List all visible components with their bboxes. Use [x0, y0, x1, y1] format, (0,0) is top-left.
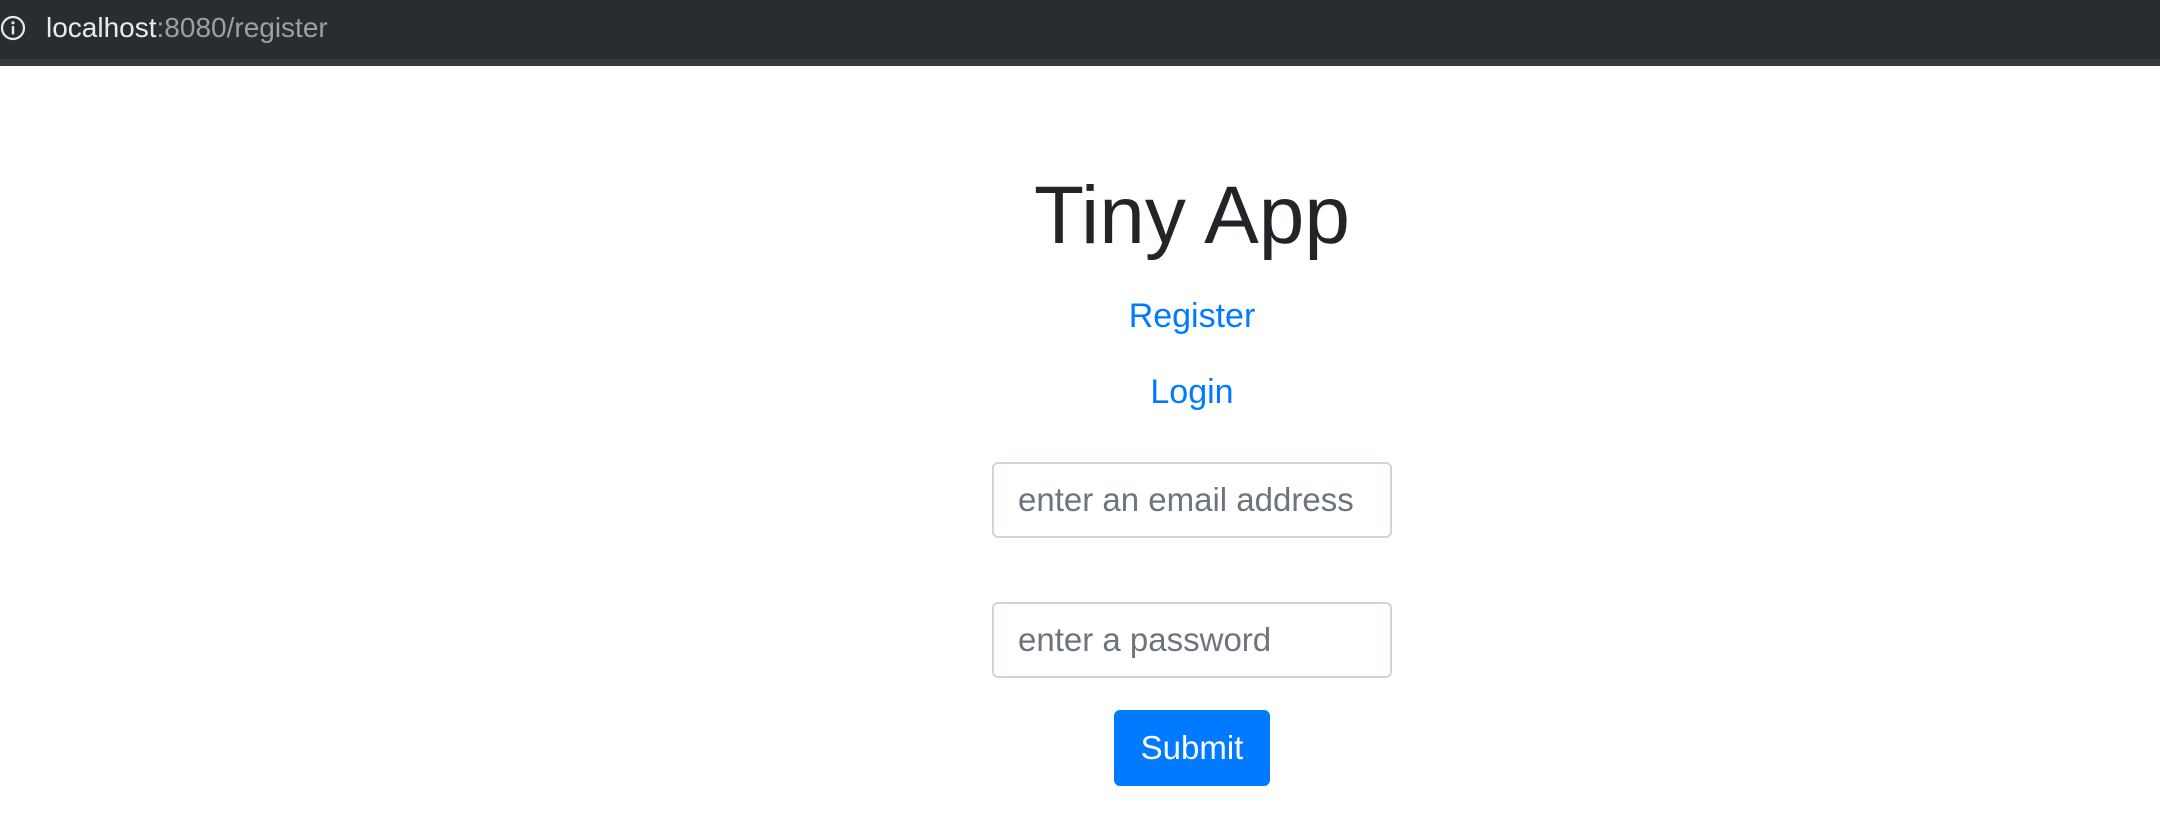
url-path: :8080/register [156, 12, 328, 43]
url-text[interactable]: localhost:8080/register [46, 11, 328, 45]
register-link[interactable]: Register [0, 296, 2160, 336]
email-input[interactable] [992, 462, 1392, 538]
login-link[interactable]: Login [0, 372, 2160, 412]
page-title: Tiny App [1033, 170, 1351, 261]
submit-button[interactable]: Submit [1114, 710, 1270, 786]
info-circle-icon[interactable] [0, 15, 26, 41]
url-host: localhost [46, 12, 157, 43]
browser-address-bar: localhost:8080/register [0, 0, 2160, 66]
password-input[interactable] [992, 602, 1392, 678]
